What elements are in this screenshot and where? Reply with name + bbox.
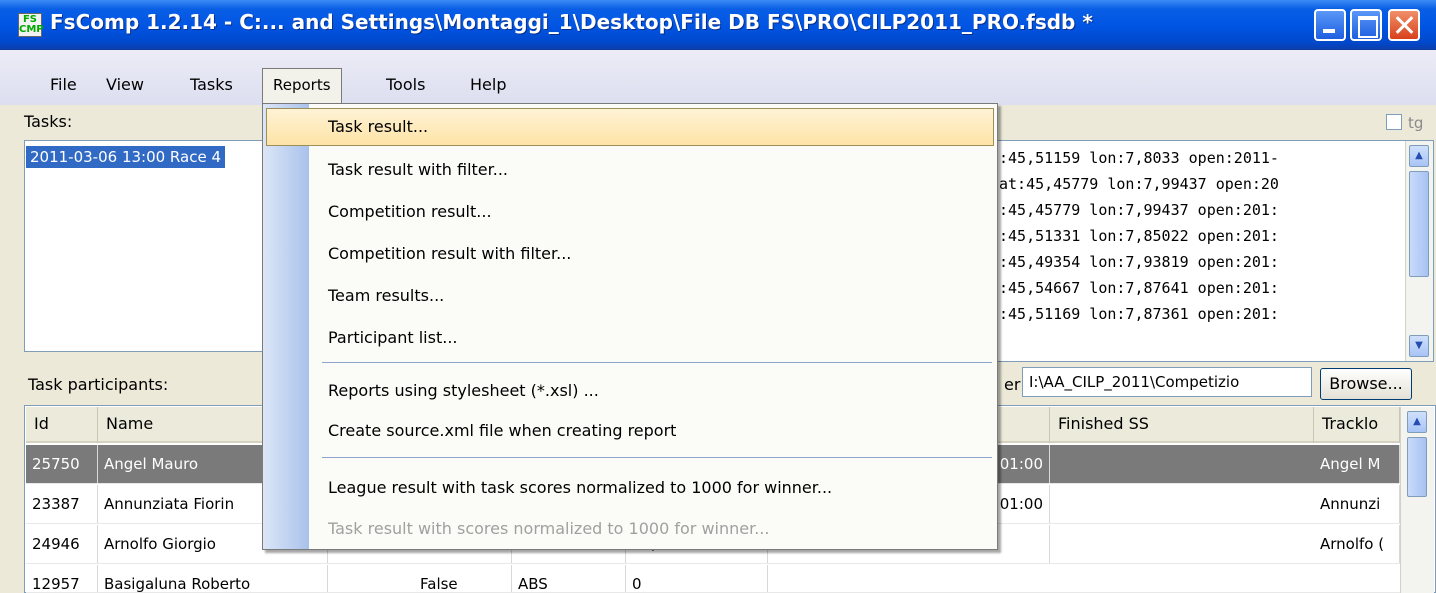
cell-id: 25750 xyxy=(26,445,98,483)
table-scrollbar[interactable]: ▲ xyxy=(1400,407,1434,593)
menu-item-participant-list[interactable]: Participant list... xyxy=(328,320,458,356)
close-button[interactable] xyxy=(1388,9,1420,41)
menu-item-reports-stylesheet[interactable]: Reports using stylesheet (*.xsl) ... xyxy=(328,373,599,409)
scroll-thumb[interactable] xyxy=(1409,171,1429,277)
menu-item-task-result[interactable]: Task result... xyxy=(328,109,428,145)
menu-file[interactable]: File xyxy=(40,70,87,100)
menu-item-competition-result-filter[interactable]: Competition result with filter... xyxy=(328,236,571,272)
cell-tracklog: Angel M xyxy=(1314,445,1400,483)
task-list-item[interactable]: 2011-03-06 13:00 Race 4 xyxy=(26,146,226,168)
task-details-text[interactable]: :45,51159 lon:7,8033 open:2011- at:45,45… xyxy=(992,140,1434,362)
cell-tracklog: Arnolfo ( xyxy=(1314,525,1400,563)
menu-view[interactable]: View xyxy=(96,70,154,100)
scroll-up-icon[interactable]: ▲ xyxy=(1409,145,1429,167)
minimize-button[interactable] xyxy=(1314,9,1346,41)
detail-line: :45,51331 lon:7,85022 open:201: xyxy=(999,227,1279,245)
detail-line: :45,51159 lon:7,8033 open:2011- xyxy=(999,149,1279,167)
scroll-down-icon[interactable]: ▼ xyxy=(1409,335,1429,357)
column-header-id[interactable]: Id xyxy=(26,407,98,443)
menu-reports[interactable]: Reports xyxy=(262,68,342,104)
folder-path-input[interactable]: I:\AA_CILP_2011\Competizio xyxy=(1022,367,1312,397)
cell-id: 24946 xyxy=(26,525,98,563)
window-title: FsComp 1.2.14 - C:... and Settings\Monta… xyxy=(50,10,1093,34)
menu-item-league-result[interactable]: League result with task scores normalize… xyxy=(328,470,832,506)
cell-flag: False xyxy=(414,565,512,592)
scroll-up-icon[interactable]: ▲ xyxy=(1407,411,1427,433)
cell-tracklog: Annunzi xyxy=(1314,485,1400,523)
detail-line: at:45,45779 lon:7,99437 open:20 xyxy=(999,175,1279,193)
menu-tools[interactable]: Tools xyxy=(376,70,435,100)
app-icon-text-bottom: CMP xyxy=(19,24,44,35)
menu-item-team-results[interactable]: Team results... xyxy=(328,278,444,314)
tg-checkbox[interactable] xyxy=(1386,114,1402,130)
menu-item-competition-result[interactable]: Competition result... xyxy=(328,194,492,230)
cell-distance: 0 xyxy=(626,565,768,592)
tasks-label: Tasks: xyxy=(24,112,73,131)
participants-label: Task participants: xyxy=(28,375,169,394)
details-scrollbar[interactable]: ▲ ▼ xyxy=(1405,141,1433,361)
detail-line: :45,49354 lon:7,93819 open:201: xyxy=(999,253,1279,271)
table-row[interactable]: 12957 Basigaluna Roberto False ABS 0 xyxy=(26,565,1400,593)
menu-item-task-result-filter[interactable]: Task result with filter... xyxy=(328,152,508,188)
app-icon[interactable]: FS CMP xyxy=(18,13,44,37)
scroll-thumb[interactable] xyxy=(1407,437,1427,497)
cell-id: 23387 xyxy=(26,485,98,523)
detail-line: :45,51169 lon:7,87361 open:201: xyxy=(999,305,1279,323)
menu-item-task-result-normalized: Task result with scores normalized to 10… xyxy=(328,519,770,538)
column-header-finished-ss[interactable]: Finished SS xyxy=(1050,407,1314,443)
menu-separator xyxy=(322,362,992,363)
cell-name: Basigaluna Roberto xyxy=(98,565,328,592)
detail-line: :45,45779 lon:7,99437 open:201: xyxy=(999,201,1279,219)
detail-line: :45,54667 lon:7,87641 open:201: xyxy=(999,279,1279,297)
menu-icon-gutter xyxy=(263,104,309,549)
cell-id: 12957 xyxy=(26,565,98,592)
tg-label: tg xyxy=(1408,114,1424,132)
menu-help[interactable]: Help xyxy=(460,70,516,100)
browse-button[interactable]: Browse... xyxy=(1320,368,1412,400)
maximize-button[interactable] xyxy=(1350,9,1382,41)
column-header-tracklog[interactable]: Tracklo xyxy=(1314,407,1400,443)
cell-status: ABS xyxy=(512,565,626,592)
menu-tasks[interactable]: Tasks xyxy=(180,70,243,100)
menu-item-create-source-xml[interactable]: Create source.xml file when creating rep… xyxy=(328,413,676,449)
menu-separator xyxy=(322,457,992,458)
